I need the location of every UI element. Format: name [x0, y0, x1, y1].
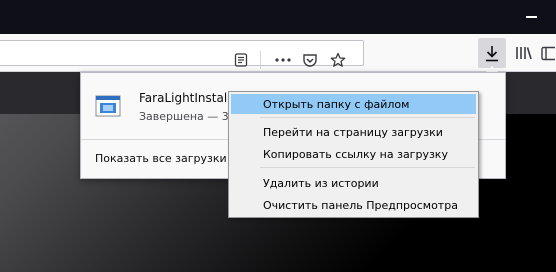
menu-item-label: Очистить панель Предпросмотра	[263, 199, 458, 212]
url-bar[interactable]	[0, 40, 364, 69]
menu-separator	[260, 117, 475, 118]
minimize-icon[interactable]	[526, 16, 537, 18]
sidebar-icon[interactable]	[540, 43, 556, 63]
menu-item-copy-download-link[interactable]: Копировать ссылку на загрузку	[231, 144, 476, 164]
pocket-icon[interactable]	[300, 50, 320, 70]
menu-item-open-folder[interactable]: Открыть папку с файлом	[231, 94, 476, 114]
menu-item-go-to-download-page[interactable]: Перейти на страницу загрузки	[231, 122, 476, 142]
navigation-toolbar	[0, 34, 556, 72]
menu-item-remove-from-history[interactable]: Удалить из истории	[231, 173, 476, 193]
reader-view-icon[interactable]	[231, 50, 251, 70]
menu-item-label: Перейти на страницу загрузки	[263, 126, 443, 139]
download-file-name: FaraLightInstaller.exe	[139, 91, 234, 105]
menu-separator	[260, 167, 475, 168]
title-bar	[0, 0, 556, 34]
context-menu: Открыть папку с файлом Перейти на страни…	[228, 91, 479, 218]
show-all-downloads-label: Показать все загрузки	[95, 152, 227, 165]
menu-item-label: Копировать ссылку на загрузку	[263, 148, 448, 161]
library-icon[interactable]	[514, 43, 534, 63]
star-icon[interactable]	[328, 50, 348, 70]
menu-item-clear-preview-panel[interactable]: Очистить панель Предпросмотра	[231, 195, 476, 215]
menu-item-label: Удалить из истории	[263, 177, 379, 190]
url-bar-separator	[260, 51, 261, 69]
download-status: Завершена — 32 МБ	[139, 110, 234, 123]
download-icon[interactable]	[478, 38, 506, 68]
menu-item-label: Открыть папку с файлом	[263, 98, 410, 111]
file-icon	[95, 95, 121, 117]
more-icon[interactable]	[272, 50, 294, 70]
